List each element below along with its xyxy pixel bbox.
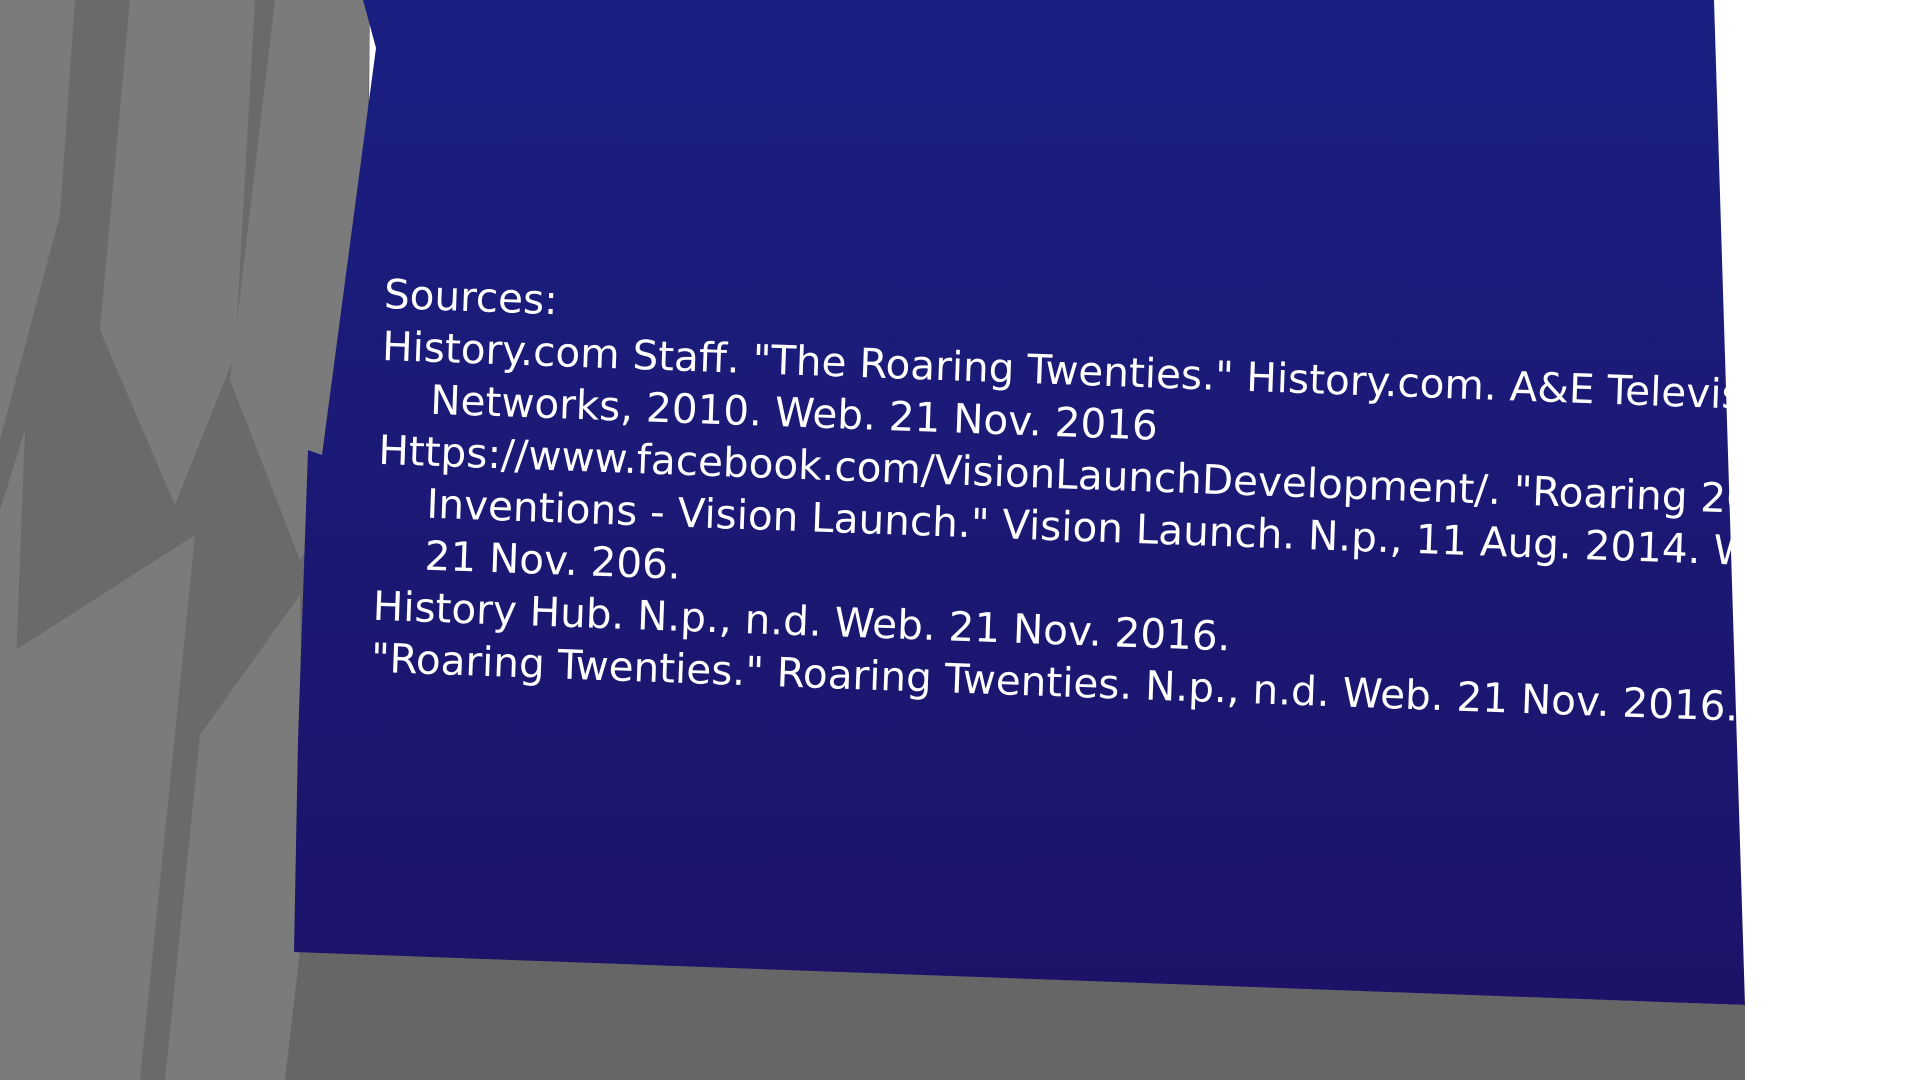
3d-scene-view: Sources: History.com Staff. "The Roaring… [0,0,1920,1080]
slide-text-content: Sources: History.com Staff. "The Roaring… [370,268,1815,733]
